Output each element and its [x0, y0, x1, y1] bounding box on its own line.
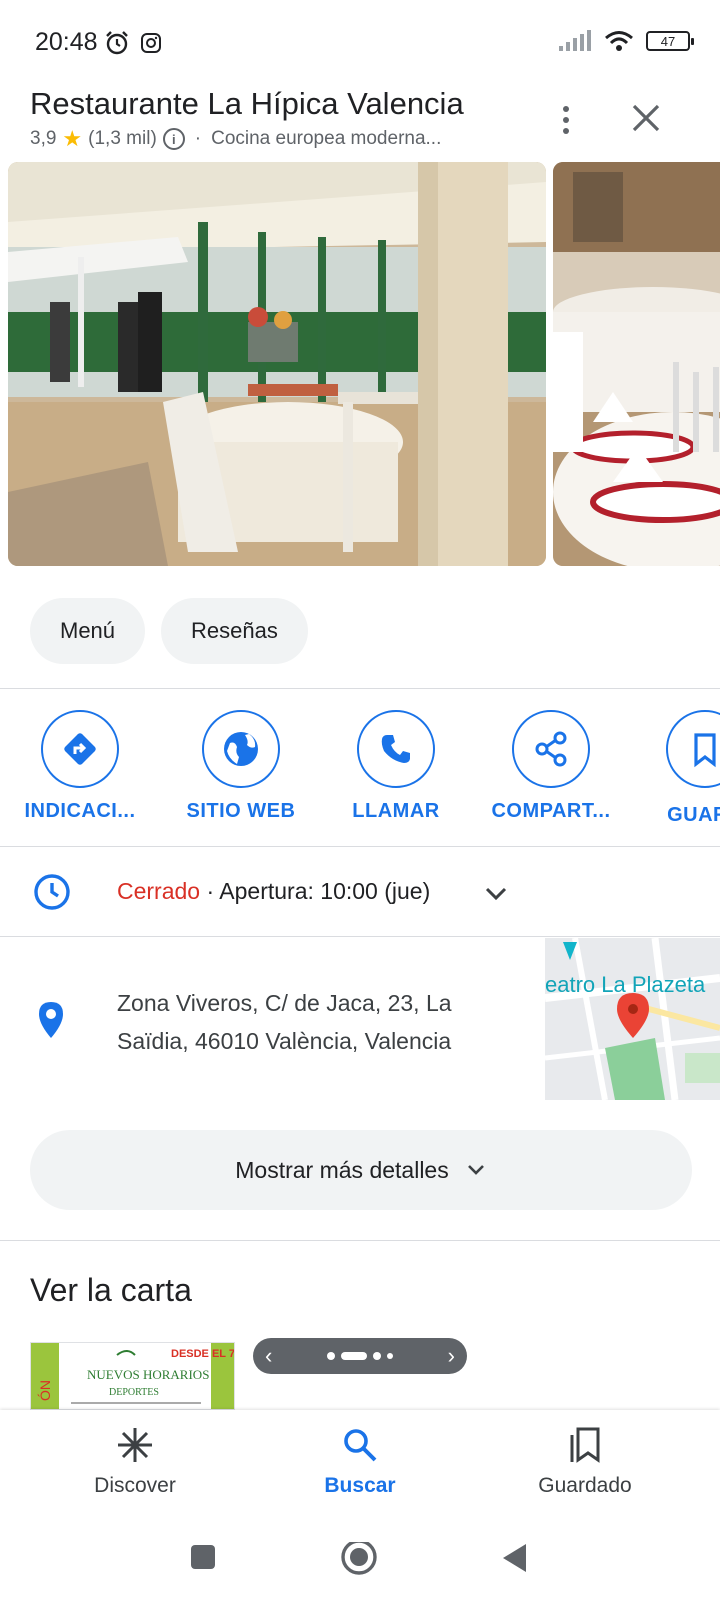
photo-terrace[interactable]: [8, 162, 546, 566]
menu-section-title: Ver la carta: [30, 1272, 192, 1308]
chevron-left-icon[interactable]: ‹: [265, 1343, 272, 1369]
menu-thumb-badge: DESDE EL 7/01/21: [171, 1348, 235, 1360]
address-text: Zona Viveros, C/ de Jaca, 23, La Saïdia,…: [117, 984, 517, 1060]
hours-detail: · Apertura: 10:00 (jue): [200, 878, 431, 904]
divider: [0, 688, 720, 689]
status-time: 20:48: [35, 28, 98, 56]
menu-thumb-text-2: DEPORTES: [109, 1387, 159, 1398]
svg-text:ÓN: ÓN: [37, 1380, 53, 1401]
menu-image[interactable]: ÓN DESDE EL 7/01/21 NUEVOS HORARIOS DEPO…: [30, 1342, 235, 1410]
instagram-icon: [141, 33, 161, 53]
asterisk-icon: [118, 1428, 152, 1462]
place-header: Restaurante La Hípica Valencia 3,9 ★ (1,…: [0, 80, 720, 160]
status-left-icons: [100, 30, 162, 56]
action-buttons: INDICACI... SITIO WEB LLAMAR COMPART... …: [0, 710, 720, 830]
battery-level: 47: [660, 33, 676, 49]
home-icon[interactable]: [340, 1542, 378, 1580]
clock-icon: [34, 874, 70, 910]
chip-reviews[interactable]: Reseñas: [161, 598, 308, 664]
chevron-down-icon: [467, 1165, 484, 1175]
signal-icon: [559, 30, 591, 51]
directions-button[interactable]: INDICACI...: [0, 710, 165, 823]
show-more-details-label: Mostrar más detalles: [235, 1156, 449, 1183]
share-label: COMPART...: [491, 800, 611, 822]
show-more-details-button[interactable]: Mostrar más detalles: [30, 1130, 692, 1210]
bottom-navigation: Discover Buscar Guardado: [0, 1410, 720, 1520]
map-thumbnail[interactable]: eatro La Plazeta: [545, 938, 720, 1100]
rating-line: 3,9 ★ (1,3 mil) i · Cocina europea moder…: [30, 126, 441, 152]
terrace-photo-illustration: [8, 162, 546, 566]
chevron-right-icon[interactable]: ›: [448, 1343, 455, 1369]
saved-icon: [570, 1427, 600, 1463]
address-row[interactable]: Zona Viveros, C/ de Jaca, 23, La Saïdia,…: [0, 938, 720, 1100]
more-vert-icon: [563, 106, 569, 112]
map-illustration: eatro La Plazeta: [545, 938, 720, 1100]
save-label: GUARD: [667, 804, 720, 826]
nav-discover-label: Discover: [94, 1474, 176, 1497]
divider: [0, 846, 720, 847]
website-button[interactable]: SITIO WEB: [156, 710, 326, 823]
website-label: SITIO WEB: [186, 800, 296, 822]
save-button[interactable]: GUARD: [620, 710, 720, 827]
share-icon: [512, 710, 590, 788]
nav-search[interactable]: Buscar: [240, 1426, 480, 1498]
share-button[interactable]: COMPART...: [466, 710, 636, 823]
nav-search-label: Buscar: [324, 1474, 396, 1497]
chevron-down-icon[interactable]: [482, 880, 510, 908]
carousel-dots: [327, 1352, 393, 1360]
battery-icon: 47: [646, 31, 694, 51]
location-pin-icon: [39, 1002, 63, 1038]
bookmark-icon: [666, 710, 720, 788]
back-icon[interactable]: [500, 1542, 530, 1574]
star-icon: ★: [62, 126, 83, 151]
menu-thumb-text-1: NUEVOS HORARIOS: [87, 1367, 209, 1382]
system-navigation: [0, 1520, 720, 1600]
quick-chips: Menú Reseñas: [30, 598, 308, 664]
photo-banquet[interactable]: [553, 162, 720, 566]
address-line-1: Zona Viveros, C/ de Jaca, 23, La: [117, 990, 452, 1016]
nav-saved-label: Guardado: [538, 1474, 632, 1497]
call-label: LLAMAR: [352, 800, 440, 822]
search-icon: [344, 1429, 377, 1462]
review-count[interactable]: (1,3 mil): [88, 128, 157, 150]
menu-image-illustration: ÓN DESDE EL 7/01/21 NUEVOS HORARIOS DEPO…: [31, 1343, 235, 1409]
phone-icon: [357, 710, 435, 788]
directions-icon: [41, 710, 119, 788]
nav-saved[interactable]: Guardado: [465, 1426, 705, 1498]
map-label: eatro La Plazeta: [545, 972, 706, 997]
wifi-icon: [605, 31, 633, 51]
place-category: Cocina europea moderna...: [211, 128, 442, 149]
recents-icon[interactable]: [188, 1542, 218, 1572]
chip-menu[interactable]: Menú: [30, 598, 146, 664]
globe-icon: [202, 710, 280, 788]
photo-carousel[interactable]: [0, 162, 720, 568]
divider: [0, 936, 720, 937]
nav-discover[interactable]: Discover: [15, 1426, 255, 1498]
hours-row[interactable]: Cerrado · Apertura: 10:00 (jue): [0, 850, 720, 932]
close-icon[interactable]: [626, 98, 666, 138]
address-line-2: Saïdia, 46010 València, Valencia: [117, 1028, 452, 1054]
status-bar: 20:48 47: [0, 0, 720, 80]
place-title: Restaurante La Hípica Valencia: [30, 86, 464, 121]
hours-text: Cerrado · Apertura: 10:00 (jue): [117, 878, 430, 905]
call-button[interactable]: LLAMAR: [311, 710, 481, 823]
divider: [0, 1240, 720, 1241]
status-right-icons: 47: [558, 30, 694, 52]
carousel-controls: ‹ ›: [253, 1338, 467, 1374]
banquet-photo-illustration: [553, 162, 720, 566]
alarm-icon: [106, 31, 128, 55]
directions-label: INDICACI...: [24, 800, 136, 822]
rating-value: 3,9: [30, 128, 57, 149]
hours-status: Cerrado: [117, 878, 201, 904]
separator: ·: [194, 128, 202, 149]
more-options-button[interactable]: [548, 98, 584, 142]
info-icon[interactable]: i: [162, 128, 185, 150]
